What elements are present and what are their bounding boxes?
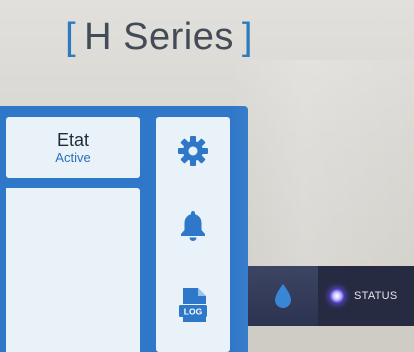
status-value: Active <box>55 150 91 165</box>
main-panel <box>6 188 140 352</box>
hardware-status-panel: STATUS <box>318 266 414 326</box>
hardware-left-panel <box>248 266 318 326</box>
log-file-icon: LOG <box>179 288 207 322</box>
notifications-button[interactable] <box>156 195 230 255</box>
gear-icon <box>178 136 208 166</box>
water-drop-icon <box>275 284 291 308</box>
status-title: Etat <box>56 130 90 150</box>
settings-button[interactable] <box>156 121 230 181</box>
log-label: LOG <box>184 307 203 317</box>
status-led <box>330 289 344 303</box>
bell-icon <box>181 211 205 241</box>
status-card[interactable]: Etat Active <box>6 117 140 178</box>
status-label: STATUS <box>354 290 398 302</box>
brand-bracket-close: ] <box>241 15 253 58</box>
brand-logo: [ H Series ] <box>64 12 254 62</box>
log-button[interactable]: LOG <box>156 275 230 335</box>
casing-bottom <box>248 326 414 352</box>
brand-bracket-open: [ <box>65 15 77 58</box>
brand-name: H Series <box>84 15 234 58</box>
sidebar: LOG <box>156 117 230 352</box>
